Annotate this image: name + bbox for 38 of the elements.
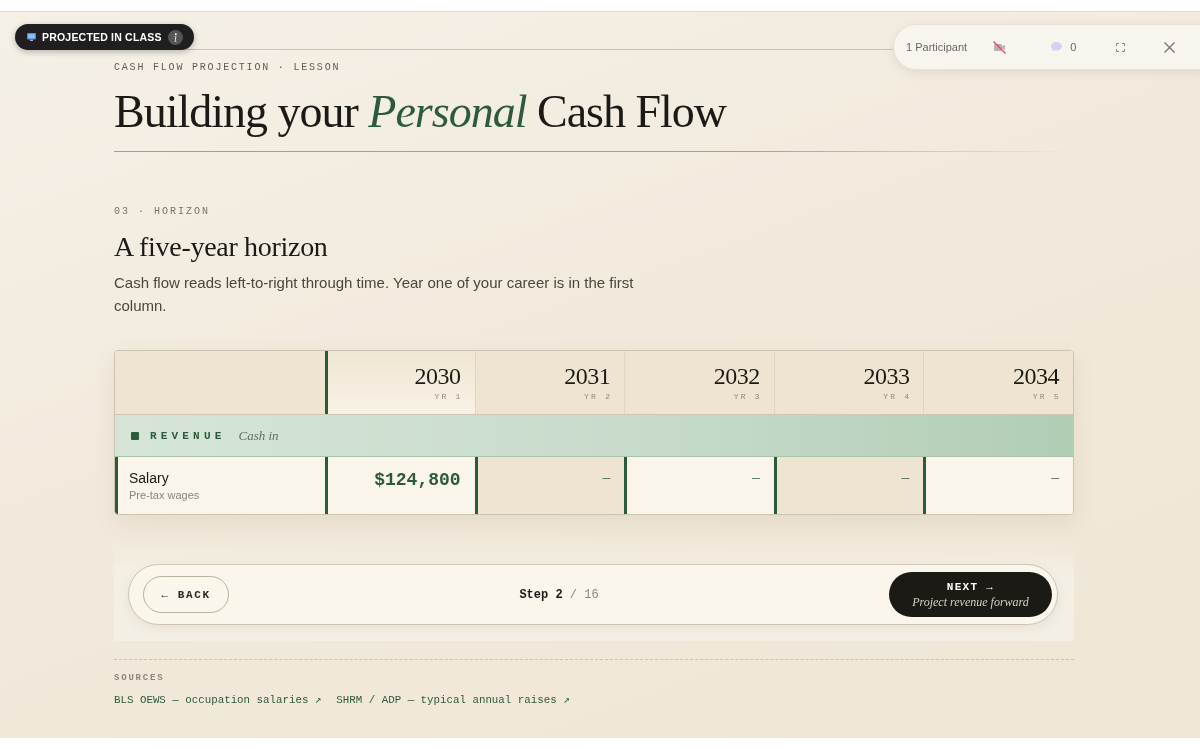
section-description: Cash flow reads left-to-right through time. Year one of your career is in the first column. [114, 273, 635, 316]
monitor-icon [27, 33, 36, 41]
chat-count: 0 [1070, 40, 1077, 54]
category-name: REVENUE [150, 428, 226, 443]
source-link[interactable]: BLS OEWS — occupation salaries ↗ [114, 693, 322, 707]
year-label: 2033 [863, 362, 910, 389]
close-icon[interactable] [1164, 41, 1176, 53]
participant-count: 1 Participant [906, 40, 968, 54]
year-index: YR 1 [434, 390, 463, 403]
square-marker-icon [131, 431, 139, 440]
year-label: 2032 [713, 362, 760, 389]
year-label: 2031 [564, 362, 611, 389]
empty-cell[interactable]: — [923, 457, 1073, 514]
empty-cell[interactable]: — [773, 457, 924, 514]
step-counter: Step 2 / 16 [519, 586, 599, 603]
year-index: YR 4 [883, 390, 912, 403]
video-off-icon[interactable] [993, 40, 1007, 54]
next-button[interactable]: NEXT → Project revenue forward [889, 572, 1052, 617]
row-sublabel: Pre-tax wages [129, 488, 201, 502]
section-eyebrow: 03 · HORIZON [114, 206, 211, 218]
year-index: YR 2 [584, 390, 613, 403]
amount-cell[interactable]: $124,800 [325, 457, 475, 514]
year-label: 2034 [1013, 362, 1059, 389]
lesson-title: Building your Personal Cash Flow [114, 85, 728, 139]
year-label: 2030 [414, 362, 461, 389]
sources-heading: SOURCES [114, 672, 166, 684]
empty-cell[interactable]: — [624, 457, 774, 514]
fullscreen-icon[interactable] [1116, 42, 1126, 52]
empty-cell[interactable]: — [474, 457, 625, 514]
source-link[interactable]: SHRM / ADP — typical annual raises ↗ [336, 693, 570, 707]
info-icon[interactable] [167, 29, 183, 45]
row-label: Salary [129, 469, 170, 487]
section-heading: A five-year horizon [114, 230, 329, 264]
lesson-eyebrow: CASH FLOW PROJECTION · LESSON [114, 61, 342, 75]
year-index: YR 5 [1032, 390, 1061, 403]
category-note: Cash in [238, 427, 279, 444]
projected-status-label: PROJECTED IN CLASS [42, 30, 162, 44]
year-index: YR 3 [733, 390, 762, 403]
